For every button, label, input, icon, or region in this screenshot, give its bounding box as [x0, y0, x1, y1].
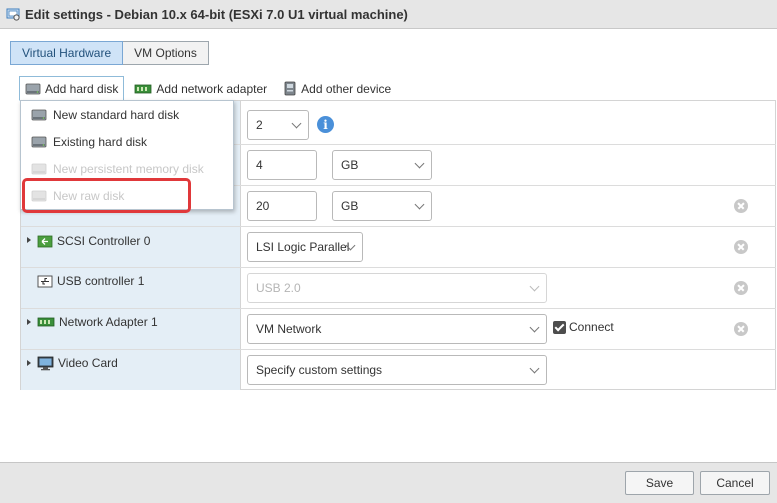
add-network-adapter-label: Add network adapter	[156, 81, 268, 96]
memory-unit-value: GB	[341, 158, 359, 172]
window-title: Edit settings - Debian 10.x 64-bit (ESXi…	[25, 6, 408, 22]
add-hard-disk-label: Add hard disk	[45, 81, 119, 96]
usb-icon	[37, 275, 53, 287]
chevron-down-icon	[529, 363, 540, 374]
network-adapter-label-cell[interactable]: Network Adapter 1	[21, 309, 241, 349]
remove-scsi-controller-icon[interactable]	[734, 240, 748, 254]
video-card-label-cell[interactable]: Video Card	[21, 350, 241, 390]
add-other-device-button[interactable]: Add other device	[277, 76, 397, 101]
network-adapter-icon	[37, 317, 55, 327]
menu-item-new-standard-hard-disk[interactable]: New standard hard disk	[21, 101, 233, 128]
info-icon[interactable]: i	[317, 116, 334, 133]
monitor-icon	[37, 356, 54, 370]
scsi-controller-label: SCSI Controller 0	[57, 234, 151, 248]
chevron-down-icon	[414, 158, 425, 169]
expand-caret-icon[interactable]	[27, 360, 31, 366]
connect-label: Connect	[569, 320, 614, 334]
chevron-down-icon	[529, 281, 540, 292]
disk-unit-select[interactable]: GB	[332, 191, 432, 221]
scsi-controller-icon	[37, 235, 53, 247]
scsi-controller-row: SCSI Controller 0 LSI Logic Parallel	[21, 227, 776, 268]
add-device-toolbar: Add hard disk Add network adapter Add ot…	[19, 76, 401, 101]
hard-disk-icon	[25, 83, 41, 94]
dialog-footer: Save Cancel	[0, 462, 777, 503]
scsi-type-select[interactable]: LSI Logic Parallel	[247, 232, 363, 262]
expand-caret-icon[interactable]	[27, 237, 31, 243]
network-select[interactable]: VM Network	[247, 314, 547, 344]
remove-network-adapter-icon[interactable]	[734, 322, 748, 336]
scsi-controller-label-cell[interactable]: SCSI Controller 0	[21, 227, 241, 267]
device-icon	[284, 81, 296, 96]
menu-item-label: Existing hard disk	[53, 134, 148, 149]
settings-tabs: Virtual Hardware VM Options	[10, 41, 209, 65]
scsi-type-value: LSI Logic Parallel	[256, 240, 350, 254]
hard-disk-icon	[31, 163, 47, 174]
usb-version-value: USB 2.0	[256, 281, 301, 295]
video-settings-select[interactable]: Specify custom settings	[247, 355, 547, 385]
highlight-box	[22, 178, 191, 213]
network-adapter-label: Network Adapter 1	[59, 315, 158, 329]
save-button[interactable]: Save	[625, 471, 694, 495]
add-network-adapter-button[interactable]: Add network adapter	[128, 76, 273, 101]
disk-size-input[interactable]: 20	[247, 191, 317, 221]
network-adapter-row: Network Adapter 1 VM Network Connect	[21, 309, 776, 350]
expand-caret-icon[interactable]	[27, 319, 31, 325]
usb-version-select: USB 2.0	[247, 273, 547, 303]
network-adapter-icon	[134, 84, 152, 93]
disk-unit-value: GB	[341, 199, 359, 213]
connect-checkbox[interactable]	[553, 321, 566, 334]
tab-virtual-hardware[interactable]: Virtual Hardware	[10, 41, 124, 65]
memory-unit-select[interactable]: GB	[332, 150, 432, 180]
network-value: VM Network	[256, 322, 322, 336]
add-hard-disk-button[interactable]: Add hard disk	[19, 76, 125, 101]
video-settings-value: Specify custom settings	[256, 363, 383, 377]
add-other-device-label: Add other device	[301, 81, 392, 96]
usb-controller-label: USB controller 1	[57, 274, 145, 288]
disk-size-value: 20	[256, 199, 270, 213]
cpu-count-value: 2	[256, 118, 263, 132]
usb-controller-row: USB controller 1 USB 2.0	[21, 268, 776, 309]
chevron-down-icon	[291, 118, 302, 129]
chevron-down-icon	[529, 322, 540, 333]
hard-disk-icon	[31, 136, 47, 147]
remove-hard-disk-icon[interactable]	[734, 199, 748, 213]
hard-disk-icon	[31, 109, 47, 120]
cpu-count-select[interactable]: 2	[247, 110, 309, 140]
window-titlebar: Edit settings - Debian 10.x 64-bit (ESXi…	[0, 0, 777, 29]
tab-vm-options[interactable]: VM Options	[123, 41, 209, 65]
cancel-button[interactable]: Cancel	[700, 471, 770, 495]
chevron-down-icon	[414, 199, 425, 210]
memory-size-input[interactable]: 4	[247, 150, 317, 180]
video-card-row: Video Card Specify custom settings	[21, 350, 776, 390]
remove-usb-controller-icon[interactable]	[734, 281, 748, 295]
video-card-label: Video Card	[58, 356, 118, 370]
vm-settings-icon	[6, 8, 20, 21]
menu-item-label: New standard hard disk	[53, 107, 180, 122]
menu-item-label: New persistent memory disk	[53, 161, 204, 176]
memory-size-value: 4	[256, 158, 263, 172]
usb-controller-label-cell: USB controller 1	[21, 268, 241, 308]
menu-item-existing-hard-disk[interactable]: Existing hard disk	[21, 128, 233, 155]
